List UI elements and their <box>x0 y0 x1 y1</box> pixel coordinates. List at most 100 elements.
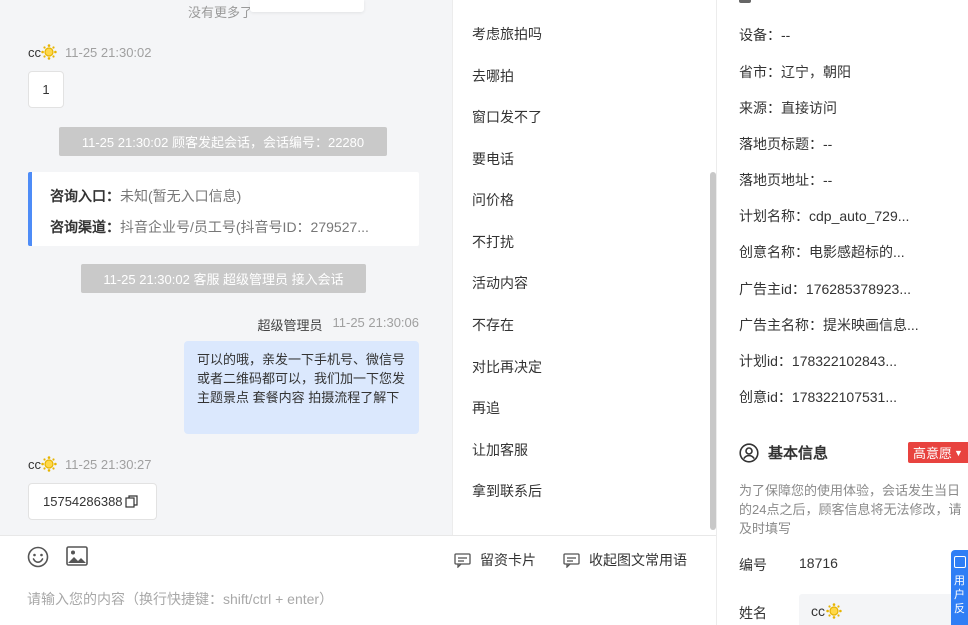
channel-row: 咨询渠道：抖音企业号/员工号(抖音号ID：279527... <box>50 217 369 237</box>
basic-info-header: 基本信息 <box>739 442 828 463</box>
info-label: 广告主id： <box>739 281 806 297</box>
intent-level-dropdown[interactable]: 高意愿 ▼ <box>908 442 968 463</box>
channel-value: 抖音企业号/员工号(抖音号ID：279527... <box>120 219 369 235</box>
info-row-plan-id: 计划id：178322102843... <box>739 351 897 371</box>
info-row-advertiser-id: 广告主id：176285378923... <box>739 279 911 299</box>
top-popup-edge <box>250 0 364 12</box>
leave-card-label: 留资卡片 <box>480 552 536 568</box>
customer-message-header: cc 11-25 21:30:27 <box>28 456 152 472</box>
quick-reply-item[interactable]: 要电话 <box>472 149 514 169</box>
info-row-creative-id: 创意id：178322107531... <box>739 387 897 407</box>
feedback-label: 用户反 <box>954 575 965 615</box>
quick-reply-item[interactable]: 让加客服 <box>472 440 528 460</box>
info-row-landing-title: 落地页标题：-- <box>739 134 832 154</box>
message-card-icon <box>563 552 580 568</box>
info-row-creative-name: 创意名称：电影感超标的... <box>739 242 905 262</box>
entry-value: 未知(暂无入口信息) <box>120 188 242 204</box>
message-text: 15754286388 <box>43 494 123 509</box>
customer-message-bubble: 15754286388 <box>28 483 157 520</box>
info-value: 178322107531... <box>791 389 898 405</box>
clipped-icon <box>739 0 751 3</box>
message-card-icon <box>454 552 471 568</box>
leave-card-button[interactable]: 留资卡片 <box>454 550 536 570</box>
quick-reply-item[interactable]: 活动内容 <box>472 273 528 293</box>
system-event-pill: 11-25 21:30:02 顾客发起会话，会话编号：22280 <box>59 127 387 156</box>
info-label: 广告主名称： <box>739 317 823 333</box>
info-label: 创意名称： <box>739 244 809 260</box>
quick-reply-item[interactable]: 对比再决定 <box>472 357 542 377</box>
quick-reply-item[interactable]: 去哪拍 <box>472 66 514 86</box>
system-event-text: 11-25 21:30:02 客服 超级管理员 接入会话 <box>103 272 344 287</box>
smiley-icon[interactable] <box>27 546 49 568</box>
agent-message-header: 超级管理员 11-25 21:30:06 <box>257 315 419 334</box>
quick-reply-panel: 考虑旅拍吗 去哪拍 窗口发不了 要电话 问价格 不打扰 活动内容 不存在 对比再… <box>452 0 716 535</box>
info-value: 176285378923... <box>805 281 912 297</box>
id-label: 编号 <box>739 557 767 573</box>
message-time: 11-25 21:30:27 <box>65 456 152 472</box>
info-row-source: 来源：直接访问 <box>739 98 837 118</box>
customer-name: cc <box>28 456 41 472</box>
customer-name: cc <box>28 44 41 60</box>
entry-row: 咨询入口：未知(暂无入口信息) <box>50 186 241 206</box>
info-label: 落地页地址： <box>739 172 823 188</box>
intent-level-label: 高意愿 <box>913 446 953 461</box>
basic-info-title: 基本信息 <box>768 445 829 462</box>
user-circle-icon <box>739 442 759 463</box>
info-label: 来源： <box>739 100 781 116</box>
message-text: 1 <box>42 82 50 97</box>
entry-label: 咨询入口： <box>50 188 120 204</box>
info-value: -- <box>823 136 833 152</box>
info-label: 创意id： <box>739 389 792 405</box>
info-row-landing-url: 落地页地址：-- <box>739 170 832 190</box>
system-event-text: 11-25 21:30:02 顾客发起会话，会话编号：22280 <box>81 135 365 150</box>
privacy-note: 为了保障您的使用体验，会话发生当日的24点之后，顾客信息将无法修改，请及时填写 <box>739 483 962 536</box>
sun-emoji-icon <box>41 44 57 60</box>
quick-reply-item[interactable]: 不存在 <box>472 315 514 335</box>
info-label: 省市： <box>739 64 781 80</box>
message-time: 11-25 21:30:06 <box>332 315 420 330</box>
info-value: 178322102843... <box>791 353 898 369</box>
info-value: -- <box>781 27 791 43</box>
info-value: 辽宁，朝阳 <box>781 64 851 80</box>
quick-reply-item[interactable]: 问价格 <box>472 190 514 210</box>
chat-panel: 没有更多了 cc 11-25 21:30:02 1 11-25 21:30:02… <box>0 0 452 535</box>
quick-reply-item[interactable]: 不打扰 <box>472 232 514 252</box>
quick-reply-item[interactable]: 再追 <box>472 398 500 418</box>
quick-reply-item[interactable]: 拿到联系后 <box>472 481 542 501</box>
info-row-advertiser-name: 广告主名称：提米映画信息... <box>739 315 919 335</box>
agent-message-bubble: 可以的哦，亲发一下手机号、微信号或者二维码都可以，我们加一下您发主题景点 套餐内… <box>184 341 419 434</box>
info-value: cdp_auto_729... <box>809 208 910 224</box>
message-input[interactable] <box>27 588 687 610</box>
agent-name: 超级管理员 <box>257 318 323 333</box>
name-value: cc <box>811 603 825 619</box>
info-value: 电影感超标的... <box>809 244 905 260</box>
feedback-icon <box>954 556 966 568</box>
quick-reply-item[interactable]: 考虑旅拍吗 <box>472 24 542 44</box>
no-more-bar: 没有更多了 <box>0 0 452 22</box>
system-event-pill: 11-25 21:30:02 客服 超级管理员 接入会话 <box>81 264 366 293</box>
message-time: 11-25 21:30:02 <box>65 44 152 60</box>
sun-emoji-icon <box>41 456 57 472</box>
image-icon[interactable] <box>66 546 88 566</box>
quick-reply-item[interactable]: 窗口发不了 <box>472 107 542 127</box>
info-value: 提米映画信息... <box>823 317 919 333</box>
info-label: 计划id： <box>739 353 792 369</box>
feedback-float-button[interactable]: 用户反 <box>951 550 968 625</box>
caret-down-icon: ▼ <box>954 447 963 458</box>
no-more-text: 没有更多了 <box>188 5 254 20</box>
info-label: 设备： <box>739 27 781 43</box>
collapse-phrases-button[interactable]: 收起图文常用语 <box>563 550 687 570</box>
info-row-province: 省市：辽宁，朝阳 <box>739 62 851 82</box>
info-row-device: 设备：-- <box>739 25 790 45</box>
info-label: 落地页标题： <box>739 136 823 152</box>
consult-entry-card: 咨询入口：未知(暂无入口信息) 咨询渠道：抖音企业号/员工号(抖音号ID：279… <box>28 172 419 246</box>
info-row-plan-name: 计划名称：cdp_auto_729... <box>739 206 909 226</box>
customer-message-bubble: 1 <box>28 71 64 108</box>
copy-icon[interactable] <box>124 495 138 508</box>
customer-info-panel: 设备：-- 省市：辽宁，朝阳 来源：直接访问 落地页标题：-- 落地页地址：--… <box>716 0 968 625</box>
collapse-phrases-label: 收起图文常用语 <box>589 552 687 568</box>
info-value: 直接访问 <box>781 100 837 116</box>
name-field[interactable]: cc <box>799 594 968 625</box>
sun-emoji-icon <box>826 603 842 619</box>
info-label: 计划名称： <box>739 208 809 224</box>
